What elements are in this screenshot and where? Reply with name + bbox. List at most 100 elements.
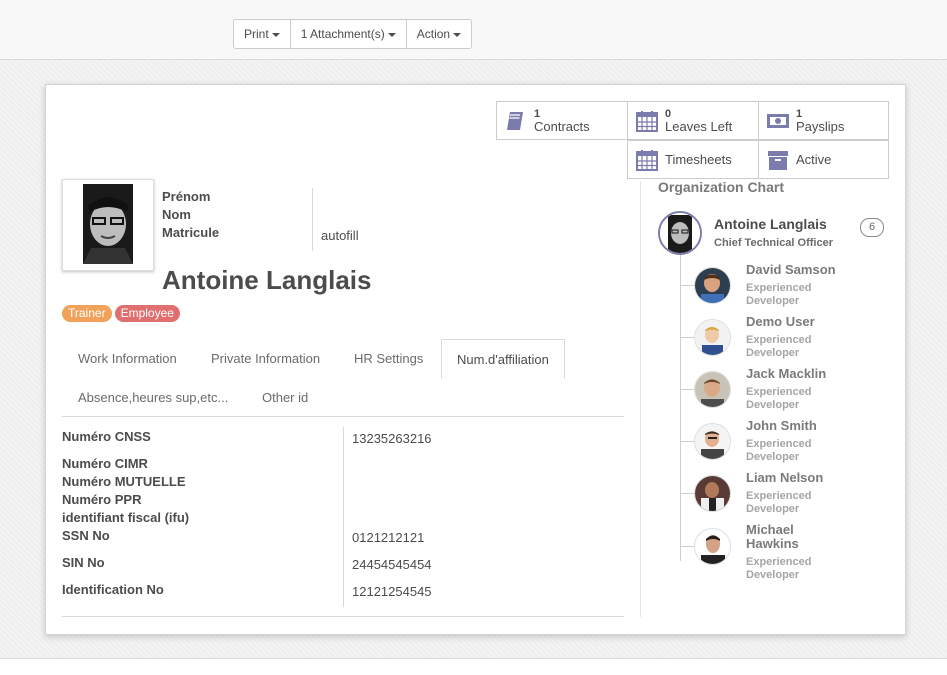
employee-photo-image xyxy=(83,184,133,264)
timesheets-button[interactable]: Timesheets xyxy=(627,140,759,179)
subordinate-job: Experienced Developer xyxy=(746,438,812,463)
subordinate-avatar[interactable] xyxy=(694,371,731,408)
caret-down-icon xyxy=(387,32,396,37)
subordinate-name[interactable]: Michael Hawkins xyxy=(746,523,836,551)
subordinate-avatar-image xyxy=(695,424,730,459)
notebook-tabs: Work Information Private Information HR … xyxy=(62,339,624,405)
subordinate-name[interactable]: Demo User xyxy=(746,315,815,329)
field-label-identification: Identification No xyxy=(62,582,164,597)
field-label-ifu: identifiant fiscal (ifu) xyxy=(62,510,190,525)
field-value-sin[interactable]: 24454545454 xyxy=(352,557,432,572)
org-branch xyxy=(680,441,694,442)
book-icon xyxy=(507,111,523,130)
active-toggle-button[interactable]: Active xyxy=(758,140,889,179)
field-label-cimr: Numéro CIMR xyxy=(62,456,148,471)
tab-other-id[interactable]: Other id xyxy=(262,378,308,418)
subordinate-job: Experienced Developer xyxy=(746,556,812,581)
field-value-ssn[interactable]: 0121212121 xyxy=(352,530,424,545)
subordinate-avatar-image xyxy=(695,529,730,564)
field-label-ssn: SSN No xyxy=(62,528,110,543)
active-label: Active xyxy=(796,152,832,167)
employee-form-sheet: 1 Contracts 0 Leaves Left 1 Payslips Timesh… xyxy=(45,84,906,635)
subordinate-avatar[interactable] xyxy=(694,528,731,565)
attachments-label: 1 Attachment(s) xyxy=(300,27,385,41)
tag-trainer[interactable]: Trainer xyxy=(62,305,112,322)
action-button[interactable]: Action xyxy=(407,20,471,48)
tab-num-affiliation[interactable]: Num.d'affiliation xyxy=(441,339,565,379)
prenom-label: Prénom xyxy=(162,189,211,204)
subordinate-job: Experienced Developer xyxy=(746,386,812,411)
fields-bottom-rule xyxy=(62,616,624,617)
subordinate-name[interactable]: John Smith xyxy=(746,419,817,433)
employee-name[interactable]: Antoine Langlais xyxy=(162,265,371,296)
identity-separator xyxy=(312,188,313,251)
caret-down-icon xyxy=(453,32,462,37)
tab-work-information[interactable]: Work Information xyxy=(78,339,177,379)
org-branch xyxy=(680,546,694,547)
bottom-divider xyxy=(0,658,947,659)
field-label-sin: SIN No xyxy=(62,555,105,570)
print-label: Print xyxy=(244,27,269,41)
employee-photo[interactable] xyxy=(62,179,154,271)
manager-job: Chief Technical Officer xyxy=(714,237,833,249)
field-value-identification[interactable]: 12121254545 xyxy=(352,584,432,599)
subordinate-avatar-image xyxy=(695,476,730,511)
subordinate-job: Experienced Developer xyxy=(746,334,812,359)
subordinate-job: Experienced Developer xyxy=(746,490,812,515)
fields-separator xyxy=(343,427,344,607)
org-chart-title: Organization Chart xyxy=(658,179,785,195)
calendar-icon xyxy=(636,149,658,171)
manager-avatar[interactable] xyxy=(658,211,702,255)
field-value-cnss[interactable]: 13235263216 xyxy=(352,431,432,446)
timesheets-label: Timesheets xyxy=(665,152,732,167)
tab-hr-settings[interactable]: HR Settings xyxy=(354,339,423,379)
org-branch xyxy=(680,493,694,494)
control-panel: Print 1 Attachment(s) Action xyxy=(0,0,947,60)
subordinate-name[interactable]: Liam Nelson xyxy=(746,471,823,485)
payslips-label: Payslips xyxy=(796,119,845,134)
subordinate-avatar-image xyxy=(695,372,730,407)
action-label: Action xyxy=(416,27,451,41)
subordinate-avatar-image xyxy=(695,320,730,355)
org-tree-line xyxy=(680,255,681,561)
leaves-label: Leaves Left xyxy=(665,119,733,134)
tabs-bottom-rule xyxy=(62,416,624,417)
org-branch xyxy=(680,337,694,338)
leaves-button[interactable]: 0 Leaves Left xyxy=(627,101,759,140)
tab-private-information[interactable]: Private Information xyxy=(211,339,320,379)
subordinate-name[interactable]: David Samson xyxy=(746,263,836,277)
org-branch xyxy=(680,389,694,390)
subordinate-avatar-image xyxy=(695,268,730,303)
action-button-group: Print 1 Attachment(s) Action xyxy=(233,19,473,49)
subordinate-name[interactable]: Jack Macklin xyxy=(746,367,826,381)
money-icon xyxy=(767,113,789,128)
identity-labels: Prénom Nom Matricule xyxy=(162,189,219,243)
contracts-label: Contracts xyxy=(534,119,590,134)
payslips-button[interactable]: 1 Payslips xyxy=(758,101,889,140)
field-label-ppr: Numéro PPR xyxy=(62,492,142,507)
print-button[interactable]: Print xyxy=(234,20,291,48)
employee-tags: Trainer Employee xyxy=(62,305,183,322)
caret-down-icon xyxy=(271,32,280,37)
attachments-button[interactable]: 1 Attachment(s) xyxy=(291,20,407,48)
nom-label: Nom xyxy=(162,207,191,222)
subordinate-avatar[interactable] xyxy=(694,423,731,460)
smart-buttons: 1 Contracts 0 Leaves Left 1 Payslips Timesh… xyxy=(496,101,889,180)
column-separator xyxy=(640,181,641,617)
manager-avatar-image xyxy=(660,213,700,253)
subordinate-avatar[interactable] xyxy=(694,267,731,304)
contracts-button[interactable]: 1 Contracts xyxy=(496,101,628,140)
tab-absence-heures[interactable]: Absence,heures sup,etc... xyxy=(78,378,228,418)
field-label-cnss: Numéro CNSS xyxy=(62,429,151,444)
manager-name[interactable]: Antoine Langlais xyxy=(714,216,827,232)
subordinate-avatar[interactable] xyxy=(694,319,731,356)
matricule-value[interactable]: autofill xyxy=(321,228,359,243)
field-label-mutuelle: Numéro MUTUELLE xyxy=(62,474,186,489)
tag-employee[interactable]: Employee xyxy=(114,305,180,322)
subordinates-count-badge[interactable]: 6 xyxy=(860,218,884,237)
subordinate-avatar[interactable] xyxy=(694,475,731,512)
org-branch xyxy=(680,285,694,286)
matricule-label: Matricule xyxy=(162,225,220,240)
subordinate-job: Experienced Developer xyxy=(746,282,812,307)
calendar-icon xyxy=(636,110,658,132)
